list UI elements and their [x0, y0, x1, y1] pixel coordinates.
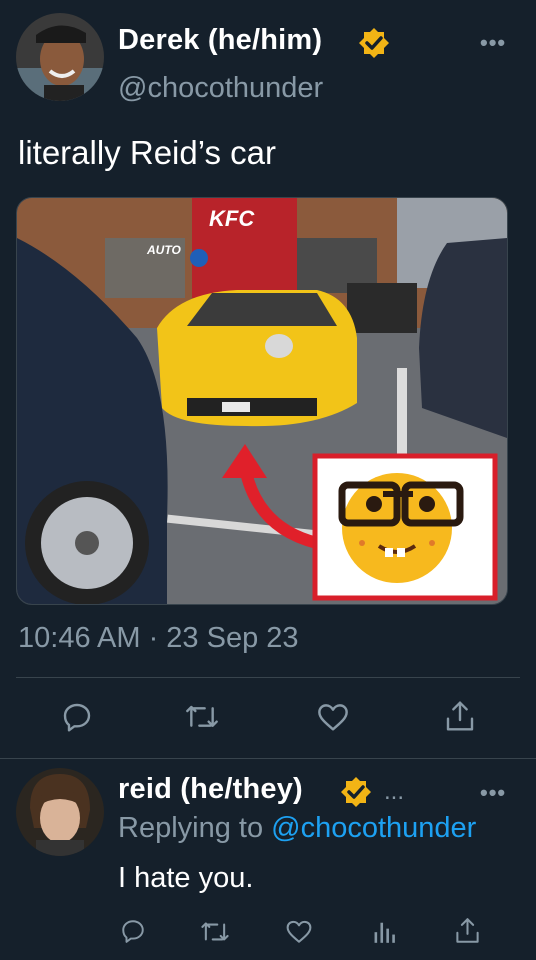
- replying-to-prefix: Replying to: [118, 812, 272, 844]
- more-options-button[interactable]: •••: [480, 30, 506, 56]
- tweet-text: literally Reid’s car: [18, 134, 276, 171]
- reply-like-icon[interactable]: [285, 919, 313, 944]
- reply-text: I hate you.: [118, 862, 254, 894]
- divider: [16, 677, 520, 678]
- author-handle[interactable]: @chocothunder: [118, 72, 323, 105]
- kfc-sign-text: KFC: [209, 206, 255, 231]
- reply-share-icon[interactable]: [455, 917, 480, 944]
- reply-author-avatar[interactable]: [16, 768, 104, 856]
- reply-more-options-button[interactable]: •••: [480, 780, 506, 806]
- reply-retweet-icon[interactable]: [201, 920, 229, 944]
- reply-verified-badge-icon: [340, 776, 372, 808]
- reply-truncated-handle: ...: [384, 778, 405, 805]
- share-icon[interactable]: [445, 700, 475, 732]
- reply-analytics-icon[interactable]: [372, 918, 396, 944]
- auto-sign-text: AUTO: [146, 243, 181, 257]
- author-avatar[interactable]: [16, 13, 104, 101]
- tweet-timestamp[interactable]: 10:46 AM · 23 Sep 23: [18, 622, 299, 655]
- replying-to-handle-link[interactable]: @chocothunder: [271, 812, 476, 844]
- like-icon[interactable]: [316, 702, 350, 732]
- reply-icon[interactable]: [61, 701, 93, 733]
- reply-author-name[interactable]: reid (he/they): [118, 773, 303, 806]
- replying-to-line: Replying to @chocothunder: [118, 812, 476, 845]
- tweet-image[interactable]: KFC AUTO: [16, 197, 508, 605]
- reply-reply-icon[interactable]: [120, 918, 146, 944]
- divider: [0, 758, 536, 759]
- retweet-icon[interactable]: [186, 703, 218, 731]
- verified-badge-icon: [358, 27, 390, 59]
- author-name[interactable]: Derek (he/him): [118, 24, 322, 57]
